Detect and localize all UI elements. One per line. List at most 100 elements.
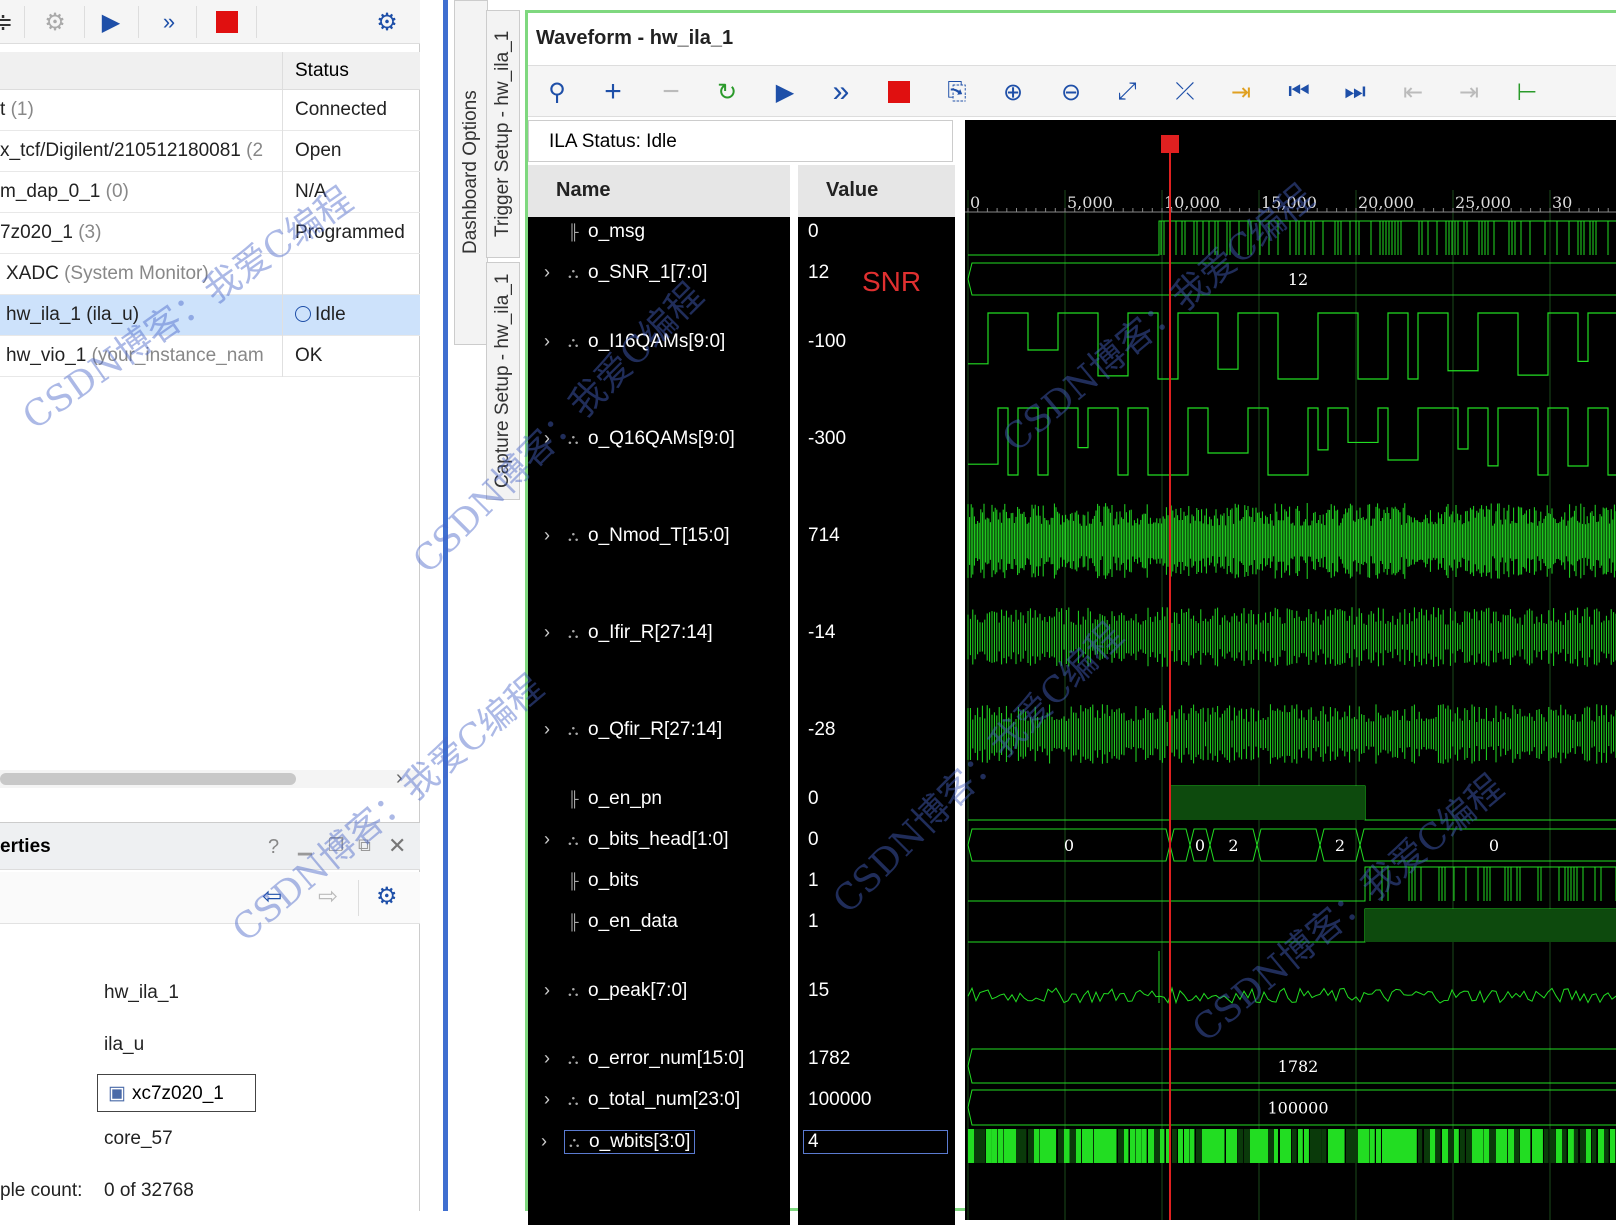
properties-gear-icon[interactable]: ⚙ <box>376 882 398 911</box>
next-transition-icon[interactable]: ⇥ <box>1450 74 1488 110</box>
name-column-header[interactable]: Name <box>528 165 790 217</box>
signal-value[interactable]: -14 <box>808 622 835 644</box>
remove-icon[interactable]: − <box>652 74 690 110</box>
expand-chevron-icon[interactable]: › <box>544 622 550 643</box>
device-link[interactable]: ▣ xc7z020_1 <box>97 1074 256 1112</box>
signal-value[interactable]: -28 <box>808 719 835 741</box>
wave-o_wbits-block <box>1454 1129 1459 1163</box>
horizontal-scrollbar[interactable]: › <box>0 767 420 790</box>
table-row[interactable]: x_tcf/Digilent/210512180081 (2 Open <box>0 131 420 172</box>
scrollbar-thumb[interactable] <box>0 773 296 785</box>
signal-value[interactable]: 12 <box>808 262 829 284</box>
table-row[interactable]: hw_vio_1 (your_instance_nam OK <box>0 336 420 377</box>
expand-chevron-icon[interactable]: › <box>544 331 550 352</box>
expand-chevron-icon[interactable]: › <box>544 428 550 449</box>
stop-icon[interactable] <box>880 74 918 110</box>
waveform-plot[interactable]: 0 5,000 10,000 15,000 20,000 25,000 30 12 0 0 2 2 0 1… <box>965 120 1616 1220</box>
table-row[interactable]: XADC (System Monitor) <box>0 254 420 295</box>
signal-value[interactable]: 100000 <box>808 1089 871 1111</box>
run-immediate-icon[interactable]: » <box>152 6 186 38</box>
back-arrow-icon[interactable]: ⇦ <box>262 882 282 911</box>
properties-header: erties ? ▁ ❐ ⧉ ✕ <box>0 822 420 870</box>
expand-chevron-icon[interactable]: › <box>544 980 550 1001</box>
signal-value[interactable]: 15 <box>808 980 829 1002</box>
go-to-cursor-icon[interactable]: ⇥ <box>1222 74 1260 110</box>
tab-capture-setup[interactable]: Capture Setup - hw_ila_1 <box>486 262 520 500</box>
float-icon[interactable]: ⧉ <box>358 835 371 856</box>
previous-transition-icon[interactable]: ⇤ <box>1394 74 1432 110</box>
signal-name[interactable]: ╟ o_en_data <box>568 911 678 933</box>
expand-chevron-icon[interactable]: › <box>541 1131 547 1152</box>
signal-value[interactable]: -100 <box>808 331 846 353</box>
run-trigger-icon[interactable]: ▶ <box>94 6 128 38</box>
zoom-in-icon[interactable]: ⊕ <box>994 74 1032 110</box>
table-row[interactable]: 7z020_1 (3) Programmed <box>0 213 420 254</box>
refresh-icon[interactable]: ↻ <box>708 74 746 110</box>
scroll-right-icon[interactable]: › <box>396 767 403 790</box>
close-icon[interactable]: ✕ <box>388 833 406 859</box>
minimize-icon[interactable]: ▁ <box>298 835 312 856</box>
table-row-selected[interactable]: hw_ila_1 (ila_u) Idle <box>0 295 420 336</box>
run-immediate-icon[interactable]: » <box>822 74 860 110</box>
cursor-icon[interactable]: ⤫ <box>1166 74 1204 110</box>
signal-value[interactable]: 0 <box>808 829 819 851</box>
signal-value[interactable]: 1 <box>808 870 819 892</box>
go-to-end-icon[interactable]: ⏭ <box>1336 74 1374 110</box>
signal-name[interactable]: › ⛬ o_bits_head[1:0] <box>544 829 729 851</box>
help-icon[interactable]: ? <box>268 836 279 859</box>
signal-value[interactable]: 0 <box>808 788 819 810</box>
signal-name[interactable]: › ⛬ o_total_num[23:0] <box>544 1089 740 1111</box>
waveform-svg[interactable]: 0 5,000 10,000 15,000 20,000 25,000 30 12 0 0 2 2 0 1… <box>965 120 1616 1220</box>
status-column-header[interactable]: Status <box>282 52 361 90</box>
zoom-out-icon[interactable]: ⊖ <box>1052 74 1090 110</box>
signal-name[interactable]: › ⛬ o_wbits[3:0] <box>541 1130 696 1154</box>
search-icon[interactable]: ⚲ <box>538 74 576 110</box>
signal-value[interactable]: 1782 <box>808 1048 850 1070</box>
signal-name[interactable]: › ⛬ o_Ifir_R[27:14] <box>544 622 713 644</box>
tab-trigger-setup[interactable]: Trigger Setup - hw_ila_1 <box>486 10 520 258</box>
expand-chevron-icon[interactable]: › <box>544 829 550 850</box>
value-column-header[interactable]: Value <box>798 165 955 217</box>
panel-divider[interactable] <box>443 0 448 1211</box>
wave-o_wbits-block <box>1082 1129 1089 1163</box>
signal-name[interactable]: › ⛬ o_SNR_1[7:0] <box>544 262 707 284</box>
tab-dashboard-options[interactable]: Dashboard Options <box>454 0 488 345</box>
wave-o_wbits-block <box>980 1129 986 1163</box>
disconnect-icon[interactable]: ⚙ <box>38 6 72 38</box>
restore-icon[interactable]: ❐ <box>328 835 344 856</box>
expand-chevron-icon[interactable]: › <box>544 1048 550 1069</box>
expand-chevron-icon[interactable]: › <box>544 262 550 283</box>
signal-name[interactable]: › ⛬ o_error_num[15:0] <box>544 1048 744 1070</box>
signal-value[interactable]: 0 <box>808 221 819 243</box>
expand-chevron-icon[interactable]: › <box>544 719 550 740</box>
signal-value[interactable]: -300 <box>808 428 846 450</box>
zoom-fit-icon[interactable]: ⤢ <box>1108 74 1146 110</box>
add-icon[interactable]: + <box>594 74 632 110</box>
signal-value[interactable]: 1 <box>808 911 819 933</box>
signal-name[interactable]: ╟ o_bits <box>568 870 639 892</box>
signal-name[interactable]: › ⛬ o_Nmod_T[15:0] <box>544 525 730 547</box>
forward-arrow-icon[interactable]: ⇨ <box>318 882 338 911</box>
wave-o_wbits-block <box>1508 1129 1515 1163</box>
expand-chevron-icon[interactable]: › <box>544 525 550 546</box>
wave-o_total_num-label: 100000 <box>1267 1099 1328 1118</box>
settings-gear-icon[interactable]: ⚙ <box>370 6 404 38</box>
run-trigger-icon[interactable]: ▶ <box>766 74 804 110</box>
export-icon[interactable]: ⎘ <box>938 74 976 110</box>
table-row[interactable]: t (1) Connected <box>0 90 420 131</box>
table-row[interactable]: m_dap_0_1 (0) N/A <box>0 172 420 213</box>
signal-name[interactable]: ╟ o_en_pn <box>568 788 662 810</box>
collapse-icon[interactable]: ≑ <box>0 6 20 38</box>
expand-chevron-icon[interactable]: › <box>544 1089 550 1110</box>
signal-name[interactable]: › ⛬ o_Qfir_R[27:14] <box>544 719 722 741</box>
signal-name[interactable]: › ⛬ o_Q16QAMs[9:0] <box>544 428 735 450</box>
add-marker-icon[interactable]: ⊢ <box>1508 74 1546 110</box>
signal-name[interactable]: › ⛬ o_I16QAMs[9:0] <box>544 331 725 353</box>
go-to-start-icon[interactable]: ⏮ <box>1280 74 1318 110</box>
signal-name[interactable]: › ⛬ o_peak[7:0] <box>544 980 687 1002</box>
signal-value[interactable]: 4 <box>803 1130 948 1154</box>
signal-name[interactable]: ╟ o_msg <box>568 221 645 243</box>
signal-value[interactable]: 714 <box>808 525 840 547</box>
stop-icon[interactable] <box>210 6 244 38</box>
property-cell-value: ila_u <box>104 1034 145 1055</box>
